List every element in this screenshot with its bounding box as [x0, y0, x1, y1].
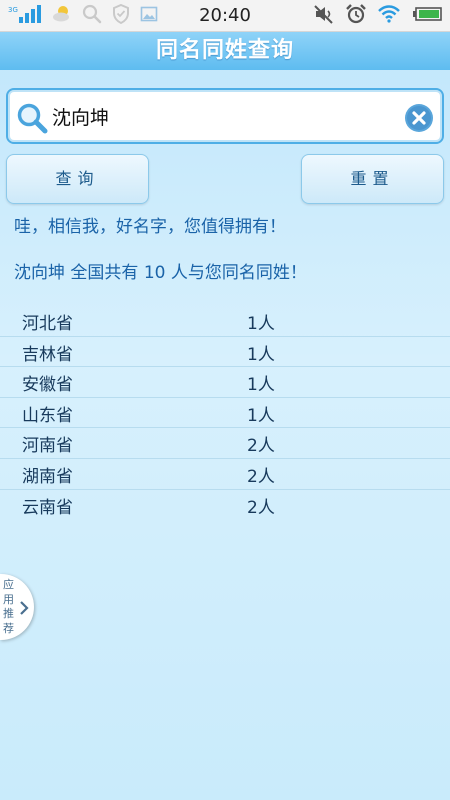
- page-title: 同名同姓查询: [155, 38, 294, 63]
- count-cell: 1人: [247, 405, 275, 426]
- province-cell: 吉林省: [22, 344, 73, 365]
- chevron-right-icon: [19, 600, 29, 615]
- count-cell: 2人: [247, 497, 275, 518]
- result-count: 10: [143, 263, 166, 283]
- table-row: 吉林省 1人: [0, 337, 450, 368]
- query-button[interactable]: 查询: [6, 154, 149, 204]
- count-cell: 2人: [247, 436, 275, 457]
- table-row: 安徽省 1人: [0, 367, 450, 398]
- slogan-text: 哇，相信我，好名字，您值得拥有！: [14, 217, 286, 237]
- title-bar: 同名同姓查询: [0, 32, 450, 70]
- province-cell: 山东省: [22, 405, 73, 426]
- province-cell: 安徽省: [22, 375, 73, 396]
- battery-icon: [412, 6, 442, 26]
- count-cell: 1人: [247, 344, 275, 365]
- count-cell: 2人: [247, 466, 275, 487]
- table-row: 山东省 1人: [0, 398, 450, 429]
- count-cell: 1人: [247, 314, 275, 334]
- status-bar-right: [314, 4, 442, 28]
- wifi-icon: [378, 5, 400, 27]
- result-name: 沈向坤: [14, 263, 65, 283]
- province-cell: 河北省: [22, 314, 73, 334]
- table-row: 云南省 2人: [0, 490, 450, 521]
- app-recommend-tab[interactable]: 应用推荐: [0, 574, 34, 640]
- result-suffix: 人与您同名同姓！: [165, 263, 307, 283]
- result-summary: 沈向坤 全国共有 10 人与您同名同姓！: [14, 258, 307, 283]
- search-box[interactable]: [6, 88, 444, 144]
- clear-icon[interactable]: [404, 103, 434, 133]
- reset-button[interactable]: 重置: [301, 154, 444, 204]
- mute-icon: [314, 4, 334, 28]
- name-search-input[interactable]: [52, 98, 402, 134]
- province-cell: 湖南省: [22, 466, 73, 487]
- alarm-icon: [346, 4, 366, 28]
- table-row: 湖南省 2人: [0, 459, 450, 490]
- province-cell: 河南省: [22, 436, 73, 457]
- count-cell: 1人: [247, 375, 275, 396]
- province-cell: 云南省: [22, 497, 73, 518]
- app-recommend-label: 应用推荐: [3, 578, 14, 635]
- results-table: 河北省 1人 吉林省 1人 安徽省 1人 山东省 1人 河南省 2人 湖南省 2…: [0, 306, 450, 520]
- table-row: 河南省 2人: [0, 428, 450, 459]
- magnifier-icon: [16, 102, 48, 134]
- table-row: 河北省 1人: [0, 306, 450, 337]
- result-prefix: 全国共有: [65, 263, 144, 283]
- status-bar: 3G 20:40: [0, 0, 450, 32]
